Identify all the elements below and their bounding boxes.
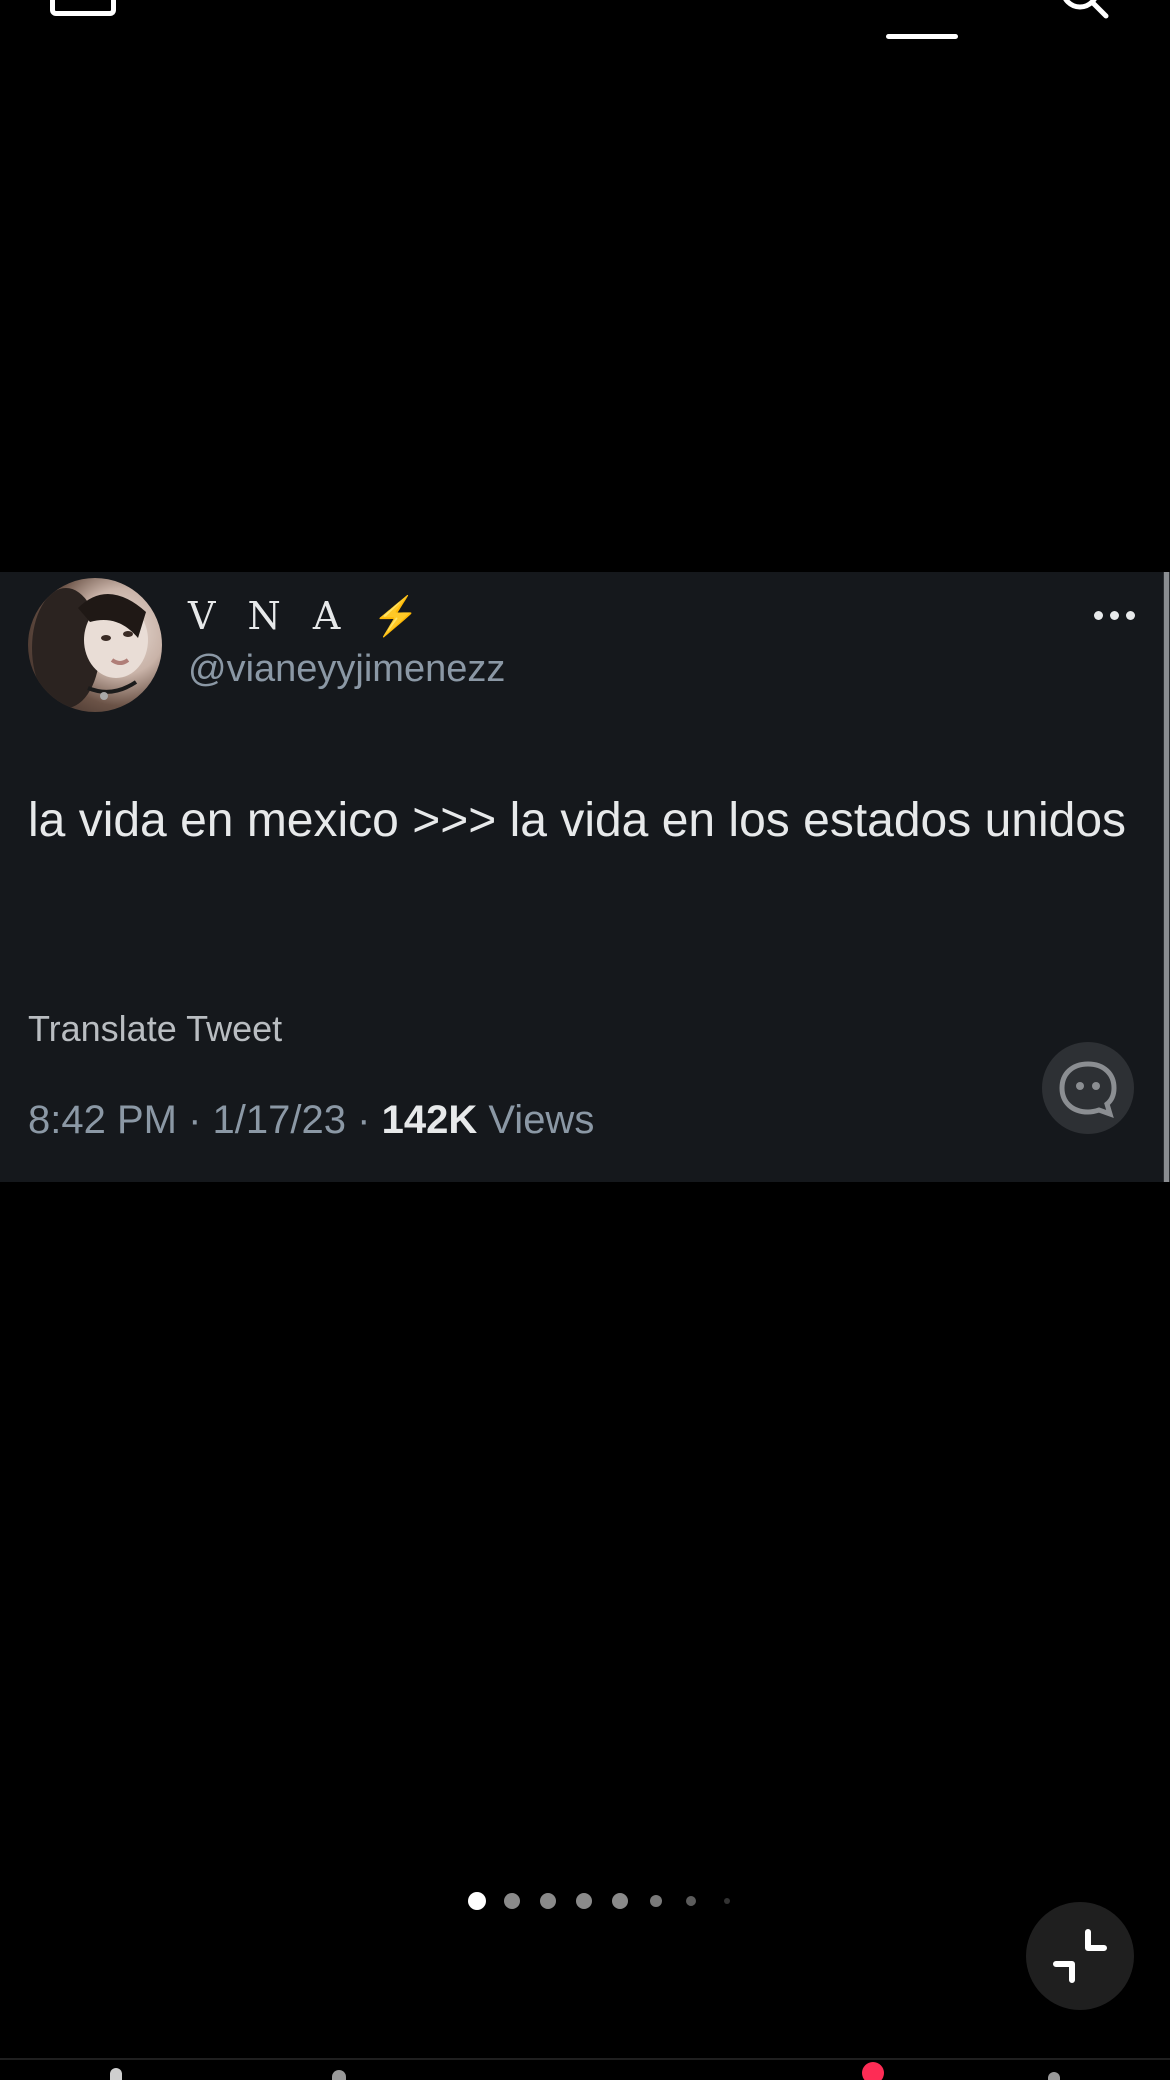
display-name-text: V N A <box>188 594 351 638</box>
notification-dot <box>862 2062 884 2080</box>
carousel-dot[interactable] <box>650 1895 662 1907</box>
carousel-dot[interactable] <box>612 1893 628 1909</box>
chat-bubble-glyph <box>1059 1061 1117 1119</box>
user-handle[interactable]: @vianeyyjimenezz <box>188 648 505 691</box>
bottom-nav-item-fragment[interactable] <box>332 2070 346 2080</box>
views-count: 142K <box>381 1098 478 1142</box>
active-tab-indicator <box>886 34 958 39</box>
tweet-time: 8:42 PM <box>28 1098 177 1142</box>
tweet-text: la vida en mexico >>> la vida en los est… <box>28 794 1127 847</box>
collapse-button[interactable] <box>1026 1902 1134 2010</box>
tweet-date: 1/17/23 <box>212 1098 347 1142</box>
carousel-dot[interactable] <box>576 1893 592 1909</box>
top-bar <box>0 0 1170 60</box>
views-label: Views <box>488 1098 595 1142</box>
bottom-nav-item-fragment[interactable] <box>1048 2072 1060 2080</box>
tweet-scrollbar-thumb <box>1164 572 1169 1182</box>
bottom-nav-divider <box>0 2058 1170 2060</box>
app-screen: V N A ⚡ @vianeyyjimenezz la vida en mexi… <box>0 0 1170 2080</box>
avatar-image <box>32 588 148 708</box>
search-icon[interactable] <box>1058 0 1110 20</box>
translate-tweet-link[interactable]: Translate Tweet <box>28 1008 282 1050</box>
carousel-dot-active[interactable] <box>468 1892 486 1910</box>
meta-separator: · <box>188 1098 202 1142</box>
bottom-nav-home-fragment[interactable] <box>110 2068 122 2080</box>
more-options-icon[interactable] <box>1092 608 1138 622</box>
carousel-dot[interactable] <box>540 1893 556 1909</box>
menu-icon[interactable] <box>50 0 116 16</box>
chat-bubble-icon[interactable] <box>1042 1042 1134 1134</box>
tweet-card <box>0 572 1163 1182</box>
carousel-dot[interactable] <box>686 1896 696 1906</box>
carousel-dot[interactable] <box>504 1893 520 1909</box>
display-name[interactable]: V N A ⚡ <box>188 594 420 639</box>
collapse-icon <box>1053 1929 1107 1983</box>
tweet-meta: 8:42 PM · 1/17/23 · 142K Views <box>28 1098 594 1143</box>
carousel-dot[interactable] <box>724 1898 730 1904</box>
lightning-icon: ⚡ <box>372 594 420 638</box>
meta-separator: · <box>357 1098 371 1142</box>
avatar[interactable] <box>28 578 162 712</box>
